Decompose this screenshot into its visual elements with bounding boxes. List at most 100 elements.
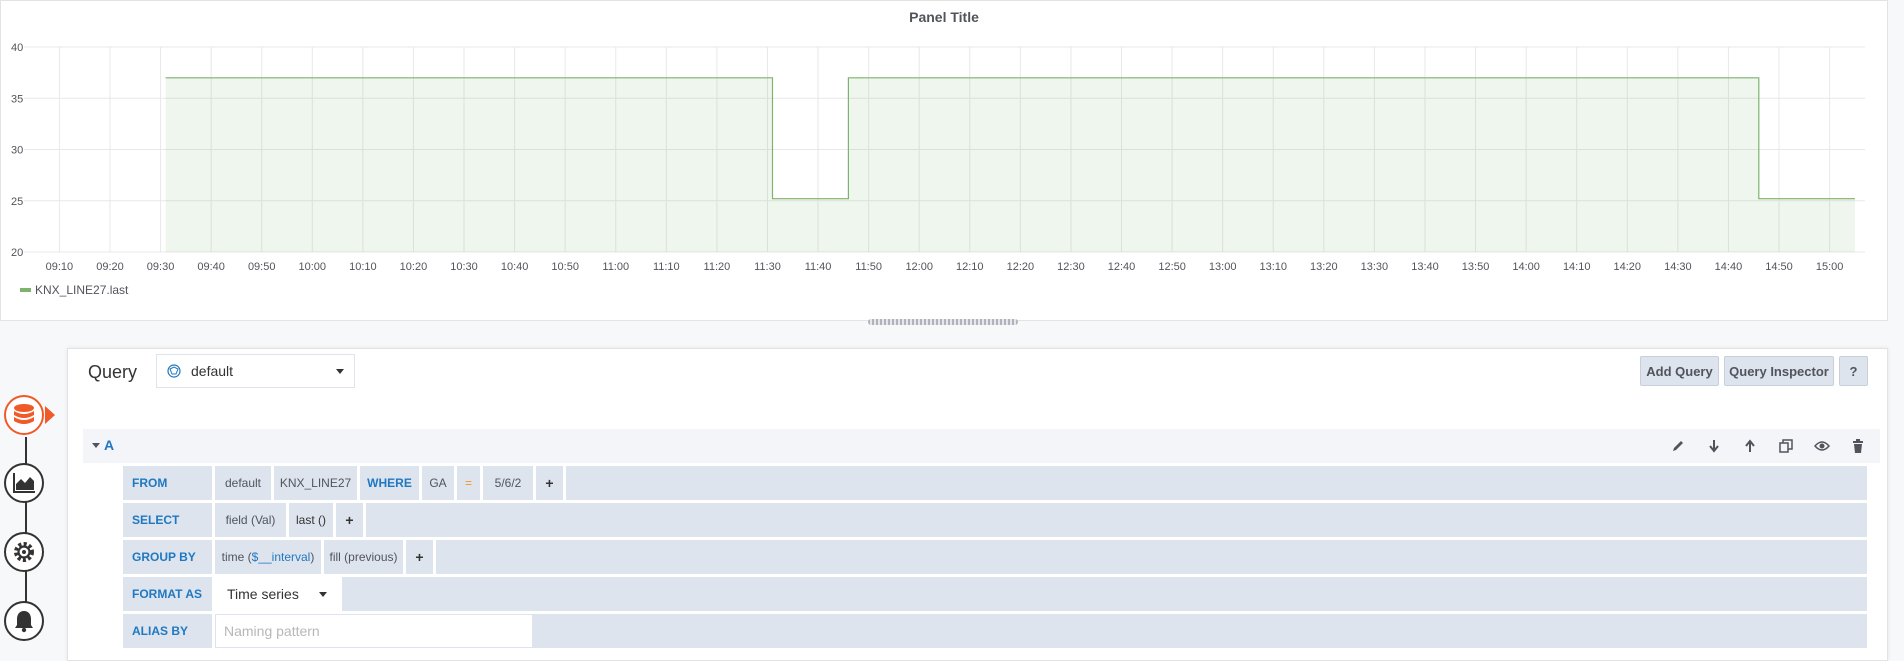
alias-input[interactable] bbox=[215, 614, 533, 648]
x-tick-label: 14:00 bbox=[1512, 261, 1540, 273]
pencil-icon[interactable] bbox=[1660, 437, 1696, 455]
x-tick-label: 12:10 bbox=[956, 261, 984, 273]
x-tick-label: 10:50 bbox=[551, 261, 579, 273]
panel-resize-handle[interactable] bbox=[868, 319, 1018, 325]
from-label: FROM bbox=[123, 466, 215, 500]
aggregation-segment[interactable]: last () bbox=[289, 503, 336, 537]
chevron-down-icon bbox=[319, 592, 327, 597]
format-select[interactable]: Time series bbox=[215, 577, 342, 611]
x-tick-label: 14:20 bbox=[1614, 261, 1642, 273]
x-tick-label: 14:30 bbox=[1664, 261, 1692, 273]
x-tick-label: 13:20 bbox=[1310, 261, 1338, 273]
bell-icon bbox=[15, 611, 33, 633]
format-as-row: FORMAT AS Time series bbox=[123, 577, 1867, 611]
x-tick-label: 11:30 bbox=[754, 261, 781, 273]
x-tick-label: 09:10 bbox=[46, 261, 74, 273]
collapse-caret-icon[interactable] bbox=[92, 443, 100, 448]
where-keyword: WHERE bbox=[360, 466, 422, 500]
add-query-button[interactable]: Add Query bbox=[1640, 356, 1719, 386]
legend-swatch bbox=[20, 288, 31, 292]
group-by-label: GROUP BY bbox=[123, 540, 215, 574]
x-tick-label: 11:40 bbox=[805, 261, 832, 273]
tag-key-segment[interactable]: GA bbox=[422, 466, 457, 500]
add-group-by-button[interactable]: + bbox=[406, 540, 436, 574]
time-series-chart: 20 25 30 35 40 09:10 09:20 09:30 09:40 09:50 10:00… bbox=[11, 42, 1865, 273]
queries-tab-button[interactable] bbox=[4, 395, 44, 435]
graph-panel: Panel Title 20 25 30 35 40 09:10 09:20 09:30 09:… bbox=[0, 0, 1888, 321]
eye-icon[interactable] bbox=[1804, 437, 1840, 455]
x-tick-label: 13:00 bbox=[1209, 261, 1237, 273]
general-tab-button[interactable] bbox=[4, 532, 44, 572]
y-tick-label: 25 bbox=[11, 196, 23, 208]
x-tick-label: 10:30 bbox=[450, 261, 478, 273]
legend[interactable]: KNX_LINE27.last bbox=[20, 283, 128, 297]
chevron-down-icon bbox=[336, 369, 344, 374]
query-heading: Query bbox=[88, 362, 138, 382]
database-icon bbox=[14, 404, 34, 424]
graph-icon bbox=[13, 473, 35, 493]
add-select-button[interactable]: + bbox=[336, 503, 366, 537]
field-segment[interactable]: field (Val) bbox=[215, 503, 289, 537]
copy-icon[interactable] bbox=[1768, 437, 1804, 455]
datasource-picker[interactable]: default bbox=[156, 354, 355, 388]
retention-policy-segment[interactable]: default bbox=[215, 466, 274, 500]
x-tick-label: 10:00 bbox=[299, 261, 327, 273]
x-tick-label: 12:40 bbox=[1108, 261, 1136, 273]
y-tick-label: 30 bbox=[11, 145, 23, 157]
interval-variable: $__interval bbox=[251, 550, 311, 564]
operator-segment[interactable]: = bbox=[457, 466, 483, 500]
x-tick-label: 12:20 bbox=[1007, 261, 1035, 273]
x-tick-label: 09:20 bbox=[96, 261, 124, 273]
x-tick-label: 14:40 bbox=[1715, 261, 1743, 273]
select-label: SELECT bbox=[123, 503, 215, 537]
x-tick-label: 12:00 bbox=[905, 261, 933, 273]
fill-segment[interactable]: fill (previous) bbox=[324, 540, 406, 574]
query-row-actions bbox=[1660, 437, 1876, 455]
y-tick-label: 40 bbox=[11, 42, 23, 54]
trash-icon[interactable] bbox=[1840, 437, 1876, 455]
x-tick-label: 13:50 bbox=[1462, 261, 1490, 273]
add-where-button[interactable]: + bbox=[536, 466, 566, 500]
x-tick-label: 13:10 bbox=[1259, 261, 1287, 273]
x-tick-label: 10:10 bbox=[349, 261, 377, 273]
x-tick-label: 11:10 bbox=[653, 261, 680, 273]
format-as-label: FORMAT AS bbox=[123, 577, 215, 611]
x-tick-label: 11:50 bbox=[855, 261, 882, 273]
measurement-segment[interactable]: KNX_LINE27 bbox=[274, 466, 360, 500]
query-editor: Query default Add Query Query Inspector … bbox=[67, 348, 1888, 661]
active-tab-indicator bbox=[45, 406, 55, 424]
arrow-down-icon[interactable] bbox=[1696, 437, 1732, 455]
query-row-header[interactable]: A bbox=[83, 429, 1880, 463]
group-by-row: GROUP BY time ($__interval) fill (previo… bbox=[123, 540, 1867, 574]
alert-tab-button[interactable] bbox=[4, 601, 44, 641]
x-tick-label: 09:50 bbox=[248, 261, 276, 273]
time-interval-segment[interactable]: time ($__interval) bbox=[215, 540, 324, 574]
y-tick-label: 35 bbox=[11, 93, 23, 105]
x-tick-label: 13:40 bbox=[1411, 261, 1439, 273]
x-tick-label: 10:40 bbox=[501, 261, 529, 273]
alias-by-row: ALIAS BY bbox=[123, 614, 1867, 648]
visualization-tab-button[interactable] bbox=[4, 463, 44, 503]
arrow-up-icon[interactable] bbox=[1732, 437, 1768, 455]
x-tick-label: 14:10 bbox=[1563, 261, 1591, 273]
x-tick-label: 11:00 bbox=[602, 261, 629, 273]
x-tick-label: 11:20 bbox=[704, 261, 731, 273]
x-tick-label: 15:00 bbox=[1816, 261, 1844, 273]
tag-value-segment[interactable]: 5/6/2 bbox=[483, 466, 536, 500]
help-button[interactable]: ? bbox=[1839, 356, 1868, 386]
x-tick-label: 09:40 bbox=[197, 261, 225, 273]
from-row: FROM default KNX_LINE27 WHERE GA = 5/6/2… bbox=[123, 466, 1867, 500]
series-area-fill bbox=[165, 77, 1855, 252]
query-inspector-button[interactable]: Query Inspector bbox=[1724, 356, 1834, 386]
alias-by-label: ALIAS BY bbox=[123, 614, 215, 648]
format-value: Time series bbox=[227, 586, 299, 602]
x-tick-label: 10:20 bbox=[400, 261, 428, 273]
query-ref-id[interactable]: A bbox=[104, 437, 114, 453]
x-tick-label: 12:50 bbox=[1158, 261, 1186, 273]
legend-label[interactable]: KNX_LINE27.last bbox=[35, 283, 128, 297]
x-tick-label: 13:30 bbox=[1361, 261, 1389, 273]
time-prefix: time ( bbox=[221, 550, 252, 564]
x-tick-label: 09:30 bbox=[147, 261, 175, 273]
y-tick-label: 20 bbox=[11, 247, 23, 259]
datasource-name: default bbox=[191, 363, 234, 379]
